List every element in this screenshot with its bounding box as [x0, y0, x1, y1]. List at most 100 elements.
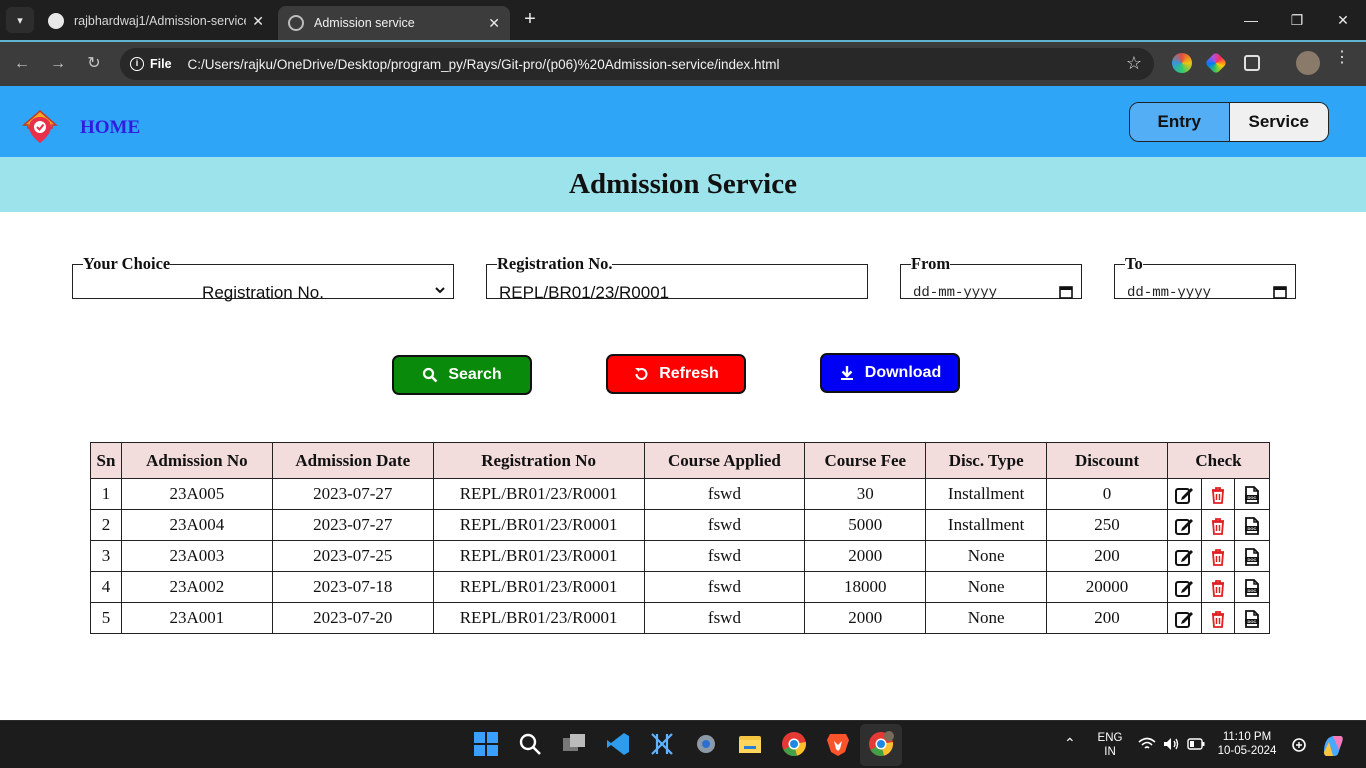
trash-icon[interactable] [1208, 516, 1228, 536]
table-cell: 30 [804, 478, 927, 510]
choice-legend: Your Choice [83, 254, 171, 273]
tab-title: Admission service [314, 16, 415, 30]
edit-action[interactable] [1167, 602, 1202, 634]
edit-action[interactable] [1167, 509, 1202, 541]
edit-icon[interactable] [1174, 547, 1194, 567]
choice-fieldset: Your Choice Registration No. [72, 254, 454, 302]
search-icon[interactable] [517, 731, 543, 757]
windows-start-icon[interactable] [473, 731, 499, 757]
battery-icon[interactable] [1187, 738, 1205, 750]
tab-admission-service[interactable]: Admission service ✕ [278, 6, 510, 40]
close-icon[interactable]: ✕ [252, 13, 264, 30]
document-action[interactable]: DOC [1233, 478, 1271, 510]
from-date-input[interactable]: dd-mm-yyyy [913, 285, 997, 301]
table-cell: 2023-07-20 [271, 602, 434, 634]
extension-icon[interactable] [1172, 53, 1192, 73]
table-cell: 5 [90, 602, 122, 634]
registration-input[interactable]: REPL/BR01/23/R0001 [499, 283, 669, 303]
document-action[interactable]: DOC [1233, 571, 1271, 603]
from-legend: From [911, 254, 951, 273]
restore-button[interactable]: ❐ [1274, 0, 1320, 40]
trash-icon[interactable] [1208, 609, 1228, 629]
colorful-extension-icon[interactable] [1204, 51, 1228, 75]
trash-action[interactable] [1200, 540, 1235, 572]
search-button[interactable]: Search [392, 355, 532, 395]
minimize-button[interactable]: — [1228, 0, 1274, 40]
service-button[interactable]: Service [1229, 103, 1328, 141]
profile-avatar[interactable] [1296, 51, 1320, 75]
col-header: Admission Date [271, 442, 434, 479]
table-cell: 200 [1046, 602, 1168, 634]
forward-button[interactable]: → [46, 52, 70, 76]
omnibox[interactable]: i File C:/Users/rajku/OneDrive/Desktop/p… [120, 48, 1154, 80]
browser-menu-icon[interactable]: ⋮ [1334, 50, 1350, 66]
calendar-icon[interactable] [1059, 285, 1073, 299]
document-action[interactable]: DOC [1233, 602, 1271, 634]
close-window-button[interactable]: ✕ [1320, 0, 1366, 40]
table-row: 5 23A001 2023-07-20 REPL/BR01/23/R0001 fswd 2… [90, 602, 1271, 634]
app-icon[interactable] [649, 731, 675, 757]
edit-icon[interactable] [1174, 609, 1194, 629]
url-text[interactable]: C:/Users/rajku/OneDrive/Desktop/program_… [188, 57, 780, 72]
trash-icon[interactable] [1208, 547, 1228, 567]
table-cell: REPL/BR01/23/R0001 [432, 540, 645, 572]
edit-icon[interactable] [1174, 485, 1194, 505]
chevron-up-icon[interactable]: ⌃ [1064, 735, 1076, 752]
chevron-down-icon[interactable] [435, 285, 445, 295]
tab-search-button[interactable]: ▾ [6, 7, 34, 33]
document-action[interactable]: DOC [1233, 509, 1271, 541]
document-icon[interactable]: DOC [1242, 578, 1262, 598]
back-button[interactable]: ← [10, 52, 34, 76]
calendar-icon[interactable] [1273, 285, 1287, 299]
table-row: 1 23A005 2023-07-27 REPL/BR01/23/R0001 fswd 3… [90, 478, 1271, 510]
task-view-icon[interactable] [561, 731, 587, 757]
trash-icon[interactable] [1208, 578, 1228, 598]
file-explorer-icon[interactable] [737, 731, 763, 757]
volume-icon[interactable] [1162, 736, 1180, 752]
document-icon[interactable]: DOC [1242, 516, 1262, 536]
edit-action[interactable] [1167, 478, 1202, 510]
download-button[interactable]: Download [820, 353, 960, 393]
settings-gear-icon[interactable] [693, 731, 719, 757]
trash-action[interactable] [1200, 571, 1235, 603]
close-icon[interactable]: ✕ [488, 15, 500, 32]
copilot-icon[interactable] [1320, 732, 1346, 758]
table-cell: 200 [1046, 540, 1168, 572]
home-link[interactable]: HOME [80, 117, 140, 139]
notification-icon[interactable] [1290, 736, 1308, 754]
info-icon[interactable]: i [130, 57, 144, 71]
trash-action[interactable] [1200, 478, 1235, 510]
choice-select[interactable]: Registration No. [73, 283, 453, 303]
refresh-button[interactable]: Refresh [606, 354, 746, 394]
trash-action[interactable] [1200, 602, 1235, 634]
document-action[interactable]: DOC [1233, 540, 1271, 572]
entry-button[interactable]: Entry [1130, 103, 1230, 141]
document-icon[interactable]: DOC [1242, 547, 1262, 567]
browser-tab-strip: ▾ rajbhardwaj1/Admission-service ✕ Admis… [0, 0, 1366, 40]
language-indicator[interactable]: ENG IN [1094, 731, 1126, 759]
bookmark-star-icon[interactable]: ☆ [1126, 53, 1142, 74]
to-date-input[interactable]: dd-mm-yyyy [1127, 285, 1211, 301]
extensions-puzzle-icon[interactable] [1244, 55, 1260, 71]
document-icon[interactable]: DOC [1242, 485, 1262, 505]
edit-icon[interactable] [1174, 578, 1194, 598]
document-icon[interactable]: DOC [1242, 609, 1262, 629]
clock[interactable]: 11:10 PM 10-05-2024 [1216, 730, 1278, 758]
home-logo-icon[interactable] [22, 108, 58, 146]
col-header: Discount [1046, 442, 1168, 479]
chrome-icon[interactable] [781, 731, 807, 757]
edit-action[interactable] [1167, 571, 1202, 603]
edit-icon[interactable] [1174, 516, 1194, 536]
edit-action[interactable] [1167, 540, 1202, 572]
vscode-icon[interactable] [605, 731, 631, 757]
trash-action[interactable] [1200, 509, 1235, 541]
chrome-profile-icon[interactable] [868, 731, 894, 757]
tab-github[interactable]: rajbhardwaj1/Admission-service ✕ [38, 6, 274, 36]
wifi-icon[interactable] [1138, 737, 1156, 751]
new-tab-button[interactable]: + [518, 8, 542, 32]
brave-icon[interactable] [825, 731, 851, 757]
reload-button[interactable]: ↻ [82, 52, 106, 76]
trash-icon[interactable] [1208, 485, 1228, 505]
table-cell: 250 [1046, 509, 1168, 541]
table-cell: fswd [643, 540, 806, 572]
